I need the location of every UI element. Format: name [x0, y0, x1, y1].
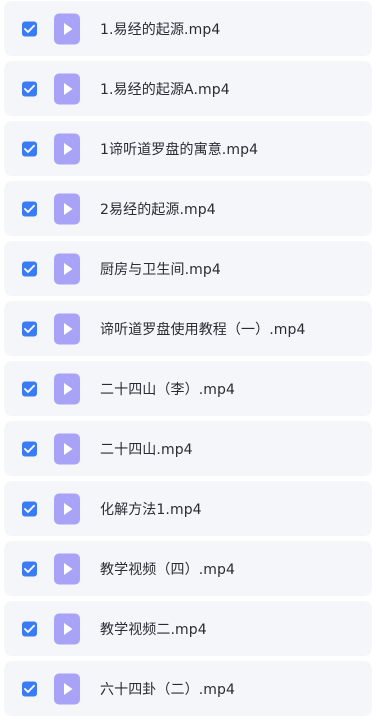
list-item[interactable]: 1.易经的起源.mp4: [4, 1, 372, 56]
file-name: 1.易经的起源.mp4: [100, 21, 221, 38]
checkbox-checked-icon[interactable]: [22, 81, 37, 96]
file-name: 二十四山.mp4: [100, 441, 193, 458]
checkbox-checked-icon[interactable]: [22, 321, 37, 336]
file-name: 2易经的起源.mp4: [100, 201, 216, 218]
checkbox-checked-icon[interactable]: [22, 681, 37, 696]
checkbox-checked-icon[interactable]: [22, 21, 37, 36]
list-item[interactable]: 二十四山（李）.mp4: [4, 361, 372, 416]
video-file-icon: [54, 313, 80, 344]
video-file-icon: [54, 613, 80, 644]
file-name: 二十四山（李）.mp4: [100, 381, 235, 398]
list-item[interactable]: 谛听道罗盘使用教程（一）.mp4: [4, 301, 372, 356]
list-item[interactable]: 厨房与卫生间.mp4: [4, 241, 372, 296]
list-item[interactable]: 1谛听道罗盘的寓意.mp4: [4, 121, 372, 176]
video-file-icon: [54, 493, 80, 524]
file-name: 厨房与卫生间.mp4: [100, 261, 221, 278]
video-file-icon: [54, 253, 80, 284]
video-file-icon: [54, 13, 80, 44]
file-name: 1.易经的起源A.mp4: [100, 81, 230, 98]
checkbox-checked-icon[interactable]: [22, 201, 37, 216]
list-item[interactable]: 教学视频二.mp4: [4, 601, 372, 656]
file-name: 六十四卦（二）.mp4: [100, 681, 235, 698]
file-name: 1谛听道罗盘的寓意.mp4: [100, 141, 259, 158]
video-file-icon: [54, 553, 80, 584]
file-name: 谛听道罗盘使用教程（一）.mp4: [100, 321, 306, 338]
video-file-icon: [54, 133, 80, 164]
list-item[interactable]: 二十四山.mp4: [4, 421, 372, 476]
video-file-icon: [54, 433, 80, 464]
checkbox-checked-icon[interactable]: [22, 381, 37, 396]
checkbox-checked-icon[interactable]: [22, 621, 37, 636]
checkbox-checked-icon[interactable]: [22, 261, 37, 276]
checkbox-checked-icon[interactable]: [22, 441, 37, 456]
list-item[interactable]: 1.易经的起源A.mp4: [4, 61, 372, 116]
file-name: 教学视频（四）.mp4: [100, 561, 235, 578]
list-item[interactable]: 六十四卦（二）.mp4: [4, 661, 372, 716]
checkbox-checked-icon[interactable]: [22, 141, 37, 156]
list-item[interactable]: 2易经的起源.mp4: [4, 181, 372, 236]
video-file-icon: [54, 373, 80, 404]
list-item[interactable]: 教学视频（四）.mp4: [4, 541, 372, 596]
file-name: 化解方法1.mp4: [100, 501, 202, 518]
checkbox-checked-icon[interactable]: [22, 561, 37, 576]
video-file-icon: [54, 193, 80, 224]
file-name: 教学视频二.mp4: [100, 621, 207, 638]
checkbox-checked-icon[interactable]: [22, 501, 37, 516]
list-item[interactable]: 化解方法1.mp4: [4, 481, 372, 536]
video-file-icon: [54, 73, 80, 104]
video-file-icon: [54, 673, 80, 704]
file-list: 1.易经的起源.mp4 1.易经的起源A.mp4 1谛听道罗盘的寓意.mp4 2…: [0, 0, 376, 720]
